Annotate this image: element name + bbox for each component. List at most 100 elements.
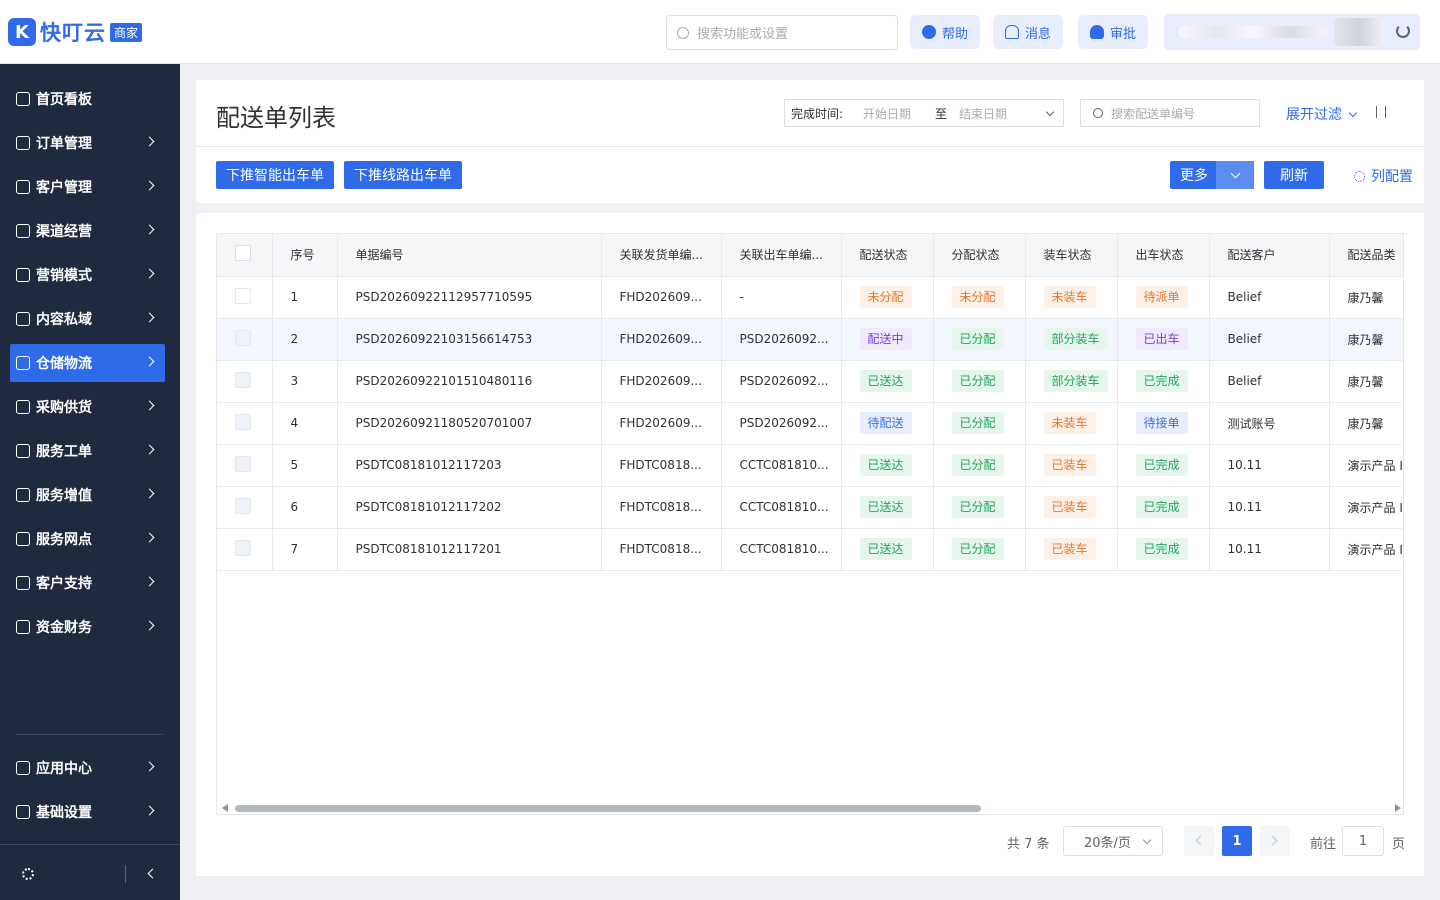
- chevron-right-icon: [144, 224, 155, 235]
- assign-status-cell: 已分配: [933, 444, 1026, 487]
- sidebar-item[interactable]: 应用中心: [10, 749, 165, 787]
- sidebar-item[interactable]: 营销模式: [10, 256, 165, 294]
- prev-page-button[interactable]: [1184, 826, 1214, 856]
- document-code: PSD20260921180520701007: [337, 402, 602, 445]
- row-checkbox[interactable]: [235, 455, 251, 472]
- scroll-left-icon[interactable]: [222, 804, 228, 812]
- sidebar-item[interactable]: 资金财务: [10, 608, 165, 646]
- goto-label: 前往: [1310, 837, 1337, 852]
- table-row[interactable]: 5 PSDTC08181012117203 FHDTC0818... CCTC0818…: [217, 444, 1403, 487]
- loading-status-badge: 部分装车: [1043, 370, 1108, 392]
- more-button[interactable]: 更多: [1170, 161, 1254, 189]
- row-checkbox[interactable]: [235, 497, 251, 514]
- order-search-input[interactable]: 搜索配送单编号: [1080, 99, 1260, 127]
- sidebar-item[interactable]: 内容私域: [10, 300, 165, 338]
- scroll-right-icon[interactable]: [1395, 804, 1401, 812]
- sort-icon[interactable]: [1376, 106, 1386, 118]
- table-row[interactable]: 4 PSD20260921180520701007 FHD202609... PSD2…: [217, 402, 1403, 445]
- assign-status-cell: 已分配: [933, 318, 1026, 361]
- chevron-down-icon[interactable]: [1045, 107, 1055, 117]
- chevron-right-icon: [144, 532, 155, 543]
- brand-logo[interactable]: K 快叮云 商家: [8, 18, 143, 46]
- table-row[interactable]: 2 PSD20260922103156614753 FHD202609... PSD2…: [217, 318, 1403, 361]
- sidebar-item[interactable]: 服务网点: [10, 520, 165, 558]
- table-row[interactable]: 7 PSDTC08181012117201 FHDTC0818... CCTC0818…: [217, 528, 1403, 571]
- row-checkbox[interactable]: [235, 329, 251, 346]
- messages-button[interactable]: 消息: [993, 15, 1064, 49]
- table-row[interactable]: 1 PSD20260922112957710595 FHD202609... - 未分配…: [217, 276, 1403, 319]
- sidebar-divider: [16, 734, 163, 735]
- header-divider: [196, 146, 1424, 147]
- end-date-input[interactable]: 结束日期: [959, 105, 1019, 122]
- sidebar-footer: [0, 844, 180, 900]
- date-separator: 至: [934, 106, 947, 121]
- scrollbar-thumb[interactable]: [235, 805, 981, 812]
- delivery-category: 演示产品 I: [1329, 486, 1403, 529]
- gear-icon[interactable]: [22, 868, 34, 880]
- column-header: 关联出车单编...: [721, 234, 842, 277]
- collapse-sidebar-icon[interactable]: [147, 868, 158, 879]
- sidebar-item[interactable]: 客户支持: [10, 564, 165, 602]
- refresh-button[interactable]: 刷新: [1264, 161, 1324, 189]
- global-search-input[interactable]: 搜索功能或设置: [666, 15, 898, 50]
- dispatch-code: PSD2026092...: [721, 318, 842, 361]
- network-icon: [16, 224, 30, 238]
- expand-filter-button[interactable]: 展开过滤: [1286, 104, 1358, 124]
- row-checkbox[interactable]: [235, 371, 251, 388]
- table-row[interactable]: 6 PSDTC08181012117202 FHDTC0818... CCTC0818…: [217, 486, 1403, 529]
- departure-status-badge: 待接单: [1135, 412, 1188, 434]
- sidebar-item[interactable]: 客户管理: [10, 168, 165, 206]
- document-code: PSD20260922103156614753: [337, 318, 602, 361]
- delivery-status-cell: 已送达: [841, 360, 934, 403]
- sidebar-item[interactable]: 订单管理: [10, 124, 165, 162]
- sidebar-item-label: 订单管理: [36, 136, 92, 152]
- goto-page-input[interactable]: 1: [1342, 826, 1384, 856]
- sidebar-item[interactable]: 服务增值: [10, 476, 165, 514]
- sidebar-item-label: 仓储物流: [36, 356, 92, 372]
- refresh-icon[interactable]: [1396, 24, 1410, 38]
- order-search-placeholder: 搜索配送单编号: [1111, 106, 1196, 121]
- row-checkbox[interactable]: [235, 413, 251, 430]
- horizontal-scrollbar[interactable]: [217, 802, 1403, 814]
- row-checkbox[interactable]: [235, 287, 251, 304]
- help-icon: [922, 25, 936, 39]
- departure-status-cell: 已完成: [1117, 486, 1210, 529]
- completion-date-range[interactable]: 完成时间: 开始日期 至 结束日期: [784, 99, 1064, 127]
- more-dropdown-toggle[interactable]: [1216, 161, 1254, 189]
- delivery-status-cell: 已送达: [841, 528, 934, 571]
- push-smart-dispatch-button[interactable]: 下推智能出车单: [216, 161, 334, 189]
- sidebar-item[interactable]: 服务工单: [10, 432, 165, 470]
- select-all-checkbox[interactable]: [235, 245, 251, 262]
- user-account-box[interactable]: [1164, 14, 1420, 50]
- sidebar-item[interactable]: 渠道经营: [10, 212, 165, 250]
- start-date-input[interactable]: 开始日期: [863, 105, 923, 122]
- row-index: 6: [272, 486, 338, 529]
- shipment-code: FHD202609...: [601, 318, 722, 361]
- dispatch-code: -: [721, 276, 842, 319]
- chevron-right-icon: [144, 576, 155, 587]
- sidebar-item[interactable]: 基础设置: [10, 793, 165, 831]
- assign-status-badge: 已分配: [951, 412, 1004, 434]
- footer-divider: [125, 865, 126, 883]
- chevron-right-icon: [144, 312, 155, 323]
- page-size-select[interactable]: 20条/页: [1063, 826, 1163, 856]
- departure-status-cell: 已完成: [1117, 444, 1210, 487]
- sidebar-item[interactable]: 采购供货: [10, 388, 165, 426]
- delivery-category: 康乃馨: [1329, 276, 1403, 319]
- select-all-cell[interactable]: [217, 234, 273, 277]
- help-button[interactable]: 帮助: [910, 15, 981, 49]
- approval-button[interactable]: 审批: [1078, 15, 1149, 49]
- next-page-button[interactable]: [1260, 826, 1290, 856]
- assign-status-badge: 已分配: [951, 370, 1004, 392]
- table-row[interactable]: 3 PSD20260922101510480116 FHD202609... PSD2…: [217, 360, 1403, 403]
- delivery-customer: 测试账号: [1209, 402, 1330, 445]
- column-header: 配送客户: [1209, 234, 1330, 277]
- push-route-dispatch-button[interactable]: 下推线路出车单: [344, 161, 462, 189]
- current-page-button[interactable]: 1: [1222, 826, 1252, 856]
- sidebar-item[interactable]: 仓储物流: [10, 344, 165, 382]
- dispatch-code: PSD2026092...: [721, 402, 842, 445]
- sidebar-item[interactable]: 首页看板: [10, 80, 165, 118]
- row-checkbox[interactable]: [235, 539, 251, 556]
- column-config-button[interactable]: 列配置: [1354, 166, 1413, 186]
- clipboard-icon: [16, 136, 30, 150]
